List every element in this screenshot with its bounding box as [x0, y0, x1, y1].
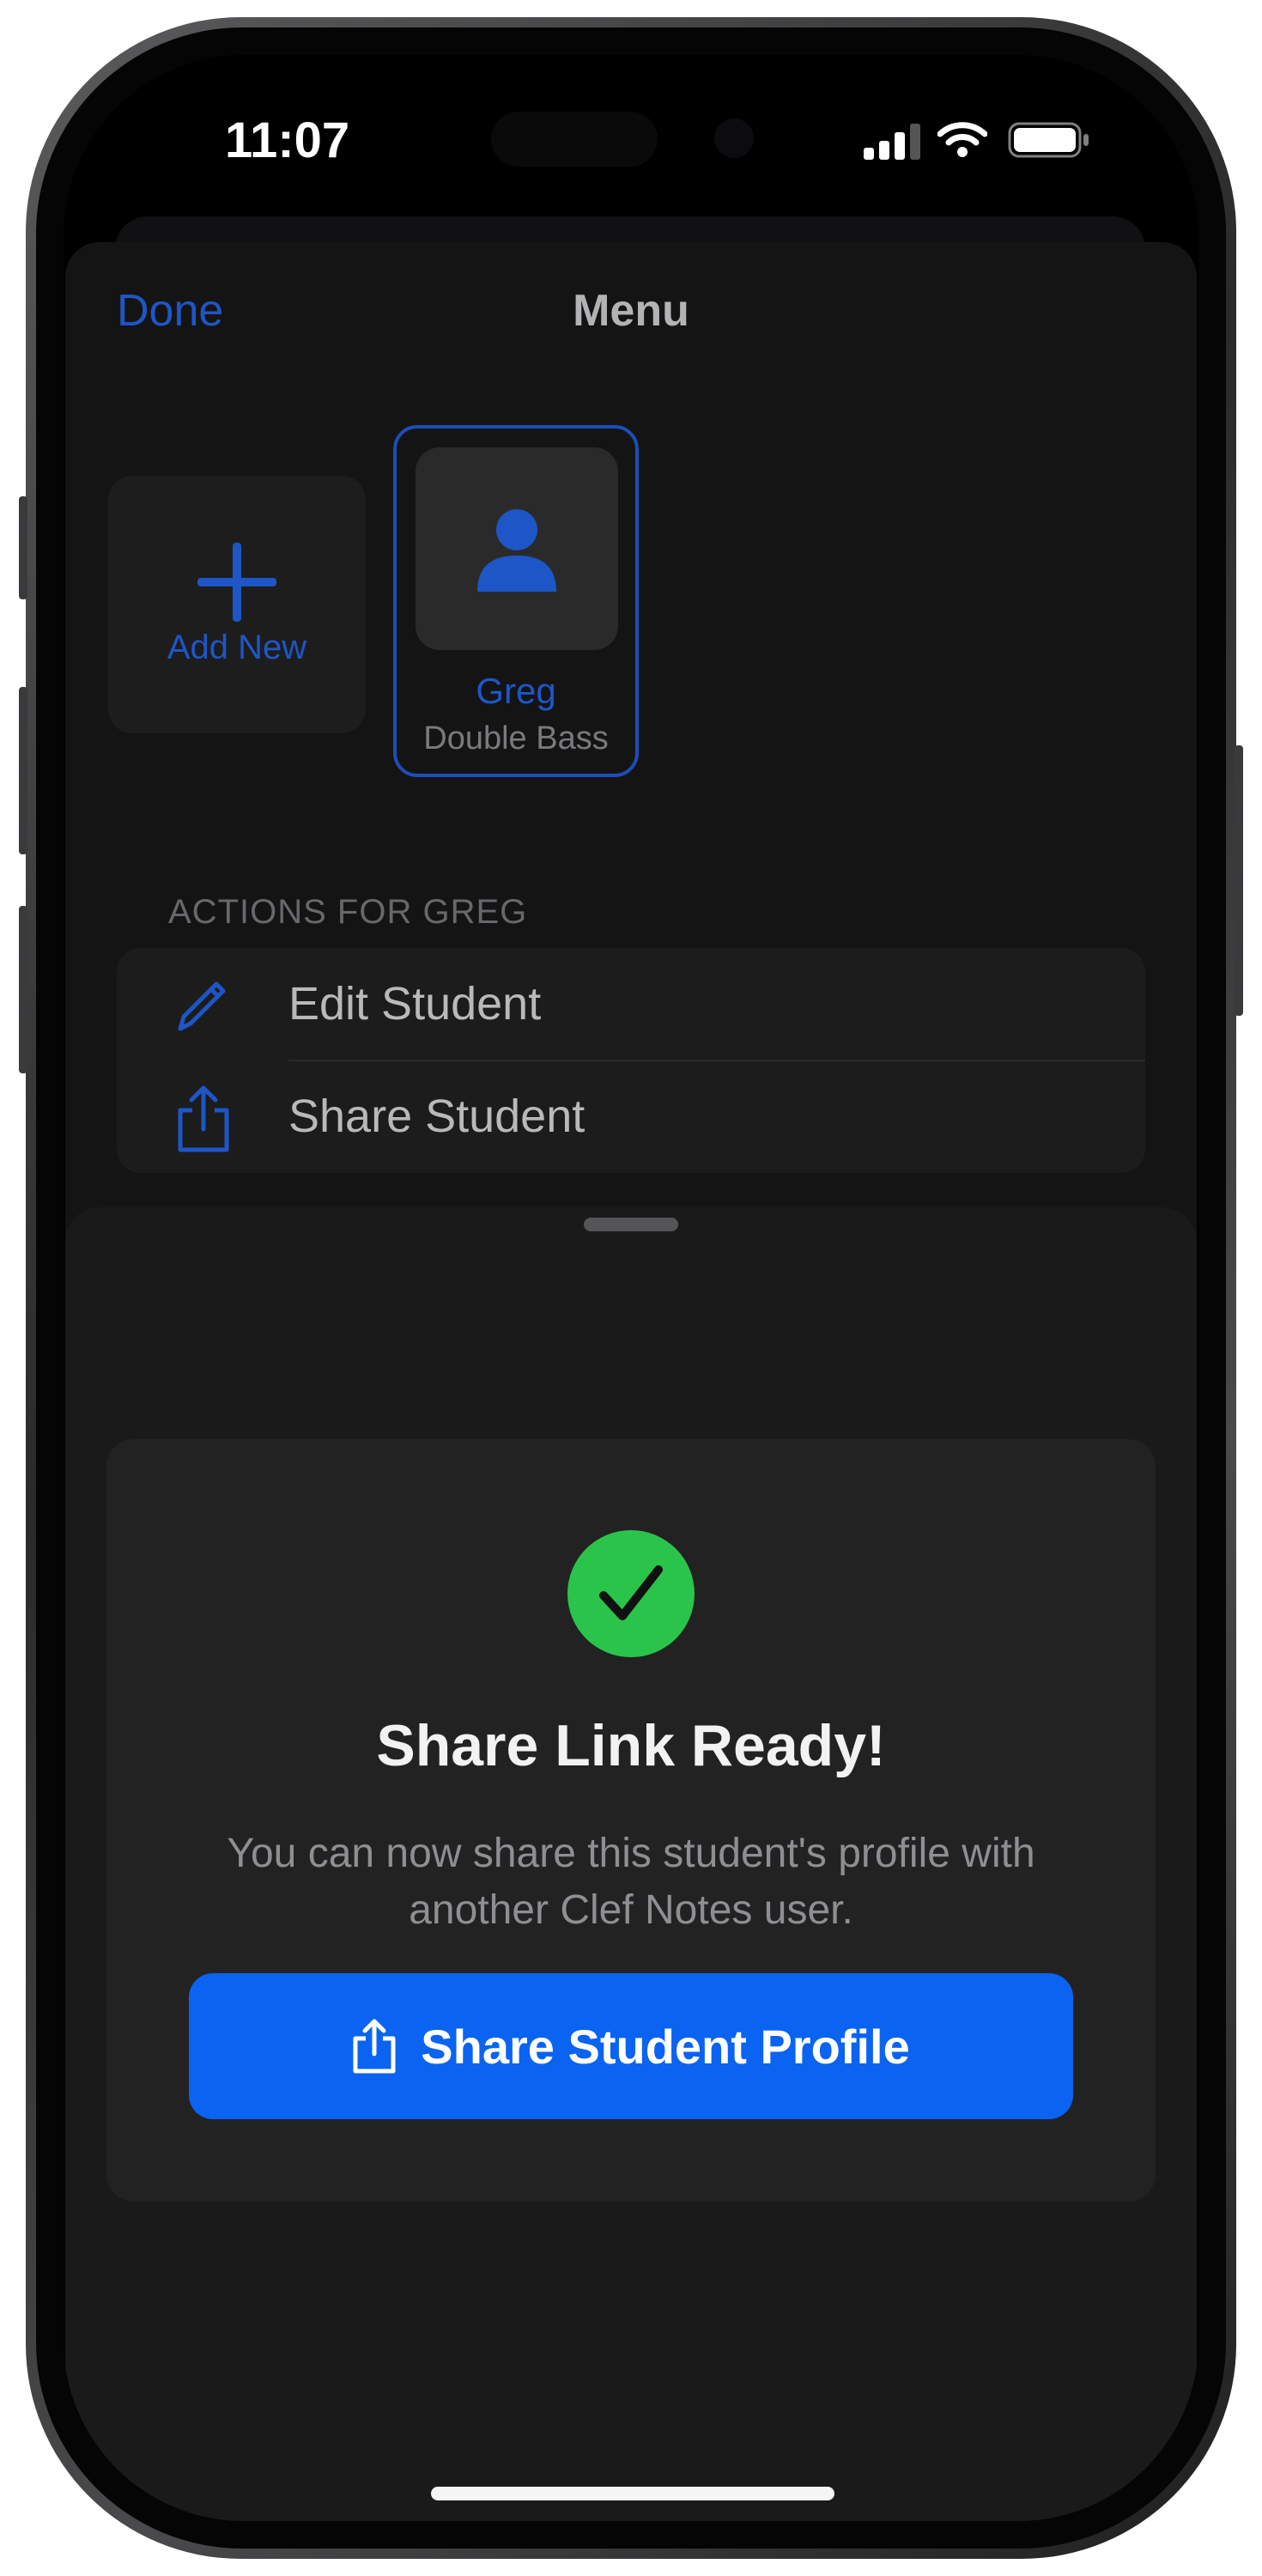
edit-student-row[interactable]: Edit Student — [117, 948, 1145, 1060]
status-time: 11:07 — [225, 112, 350, 168]
wifi-icon — [937, 122, 987, 157]
actions-list: Edit Student Share Student — [117, 948, 1145, 1173]
share-student-row[interactable]: Share Student — [117, 1060, 1145, 1173]
add-new-student-button[interactable]: Add New — [108, 476, 366, 733]
share-student-label: Share Student — [288, 1091, 585, 1142]
battery-icon — [1008, 122, 1089, 158]
student-instrument: Double Bass — [423, 720, 609, 756]
pencil-icon — [178, 981, 226, 1031]
checkmark-circle-icon — [567, 1530, 695, 1657]
share-card: Share Link Ready! You can now share this… — [106, 1439, 1156, 2202]
share-description-line1: You can now share this student's profile… — [227, 1831, 1035, 1876]
volume-down-button — [19, 906, 27, 1073]
done-button[interactable]: Done — [117, 285, 223, 337]
sheet-grabber[interactable] — [584, 1218, 678, 1231]
share-icon — [353, 2019, 396, 2074]
edit-student-label: Edit Student — [288, 978, 542, 1030]
person-icon — [477, 509, 556, 592]
power-button — [1235, 745, 1243, 1016]
share-description-line2: another Clef Notes user. — [409, 1887, 853, 1933]
dynamic-island — [491, 112, 658, 167]
student-name: Greg — [476, 671, 556, 711]
home-indicator[interactable] — [431, 2487, 834, 2500]
volume-up-button — [19, 687, 27, 854]
student-card-greg[interactable]: Greg Double Bass — [393, 425, 639, 777]
share-button-label: Share Student Profile — [421, 2019, 910, 2074]
front-camera — [714, 118, 754, 158]
plus-icon — [197, 543, 276, 622]
action-button — [19, 496, 27, 599]
share-student-profile-button[interactable]: Share Student Profile — [189, 1973, 1073, 2119]
share-sheet: Share Link Ready! You can now share this… — [65, 1207, 1197, 2521]
add-new-label: Add New — [167, 629, 307, 666]
avatar — [416, 447, 618, 650]
nav-title: Menu — [573, 286, 689, 336]
share-icon — [178, 1085, 229, 1152]
actions-section-header: ACTIONS FOR GREG — [168, 893, 528, 931]
screen: Done Menu Add New Greg Double Bass ACTIO… — [64, 55, 1198, 2521]
cellular-signal-icon — [864, 124, 920, 160]
share-title: Share Link Ready! — [376, 1713, 886, 1778]
